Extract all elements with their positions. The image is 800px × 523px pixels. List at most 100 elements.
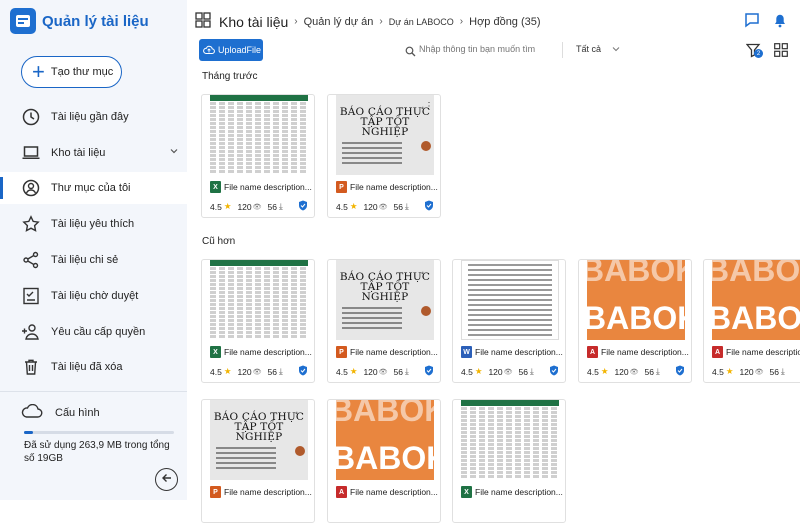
upload-label: UploadFile xyxy=(218,45,262,55)
view-count: 120 xyxy=(739,366,754,377)
more-options-icon[interactable]: ⋮ xyxy=(424,101,434,112)
pdf-file-icon: A xyxy=(336,486,347,498)
download-count: 56 xyxy=(267,201,277,212)
sidebar-item-label: Tài liệu yêu thích xyxy=(51,218,135,230)
rating-value: 4.5 xyxy=(587,366,599,377)
add-user-icon xyxy=(21,322,41,342)
rating-value: 4.5 xyxy=(210,366,222,377)
ppt-file-icon: P xyxy=(336,181,347,193)
sidebar-item-pending[interactable]: Tài liệu chờ duyệt xyxy=(0,280,187,312)
download-icon: ⤓ xyxy=(656,366,660,376)
report-thumbnail: BÁO CÁO THỰC TẬP TỐT NGHIỆP xyxy=(210,400,308,480)
shield-icon xyxy=(298,200,308,213)
rating-value: 4.5 xyxy=(336,201,348,212)
app-logo[interactable]: Quản lý tài liệu xyxy=(10,8,149,34)
file-card[interactable]: X File name description... 4.5 ★ 120 👁 56 ⤓ xyxy=(201,94,315,218)
cloud-icon xyxy=(21,403,43,421)
star-icon: ★ xyxy=(223,366,232,376)
sidebar-item-shared[interactable]: Tài liệu chi sẻ xyxy=(0,244,187,276)
book-cover-text: BABOK xyxy=(712,260,800,288)
file-card[interactable]: BABOKBABOKAFile name description...4.5★1… xyxy=(578,259,692,383)
file-card[interactable]: BABOKBABOKAFile name description...4.5★1… xyxy=(703,259,800,383)
chevron-down-icon[interactable] xyxy=(169,146,179,159)
file-card[interactable]: X File name description... xyxy=(452,399,566,523)
sidebar-item-recent[interactable]: Tài liệu gần đây xyxy=(0,101,187,133)
rating-value: 4.5 xyxy=(336,366,348,377)
file-name-text: File name description... xyxy=(601,347,689,357)
download-count: 56 xyxy=(393,366,403,377)
book-cover-text: BABOK xyxy=(336,440,434,476)
file-name: W File name description... xyxy=(461,346,565,358)
bell-icon[interactable] xyxy=(773,12,787,33)
shield-icon xyxy=(424,200,434,213)
new-folder-button[interactable]: + Tạo thư mục xyxy=(21,56,122,88)
share-icon xyxy=(21,250,41,270)
book-cover-thumbnail: BABOK BABOK xyxy=(336,400,434,480)
report-title: BÁO CÁO THỰC TẬP TỐT NGHIỆP xyxy=(339,271,431,303)
settings-label: Cấu hình xyxy=(55,406,100,419)
file-card[interactable]: BÁO CÁO THỰC TẬP TỐT NGHIỆP P File name de… xyxy=(327,259,441,383)
view-count: 120 xyxy=(237,366,252,377)
file-name: P File name description... xyxy=(210,486,314,498)
file-name: AFile name description... xyxy=(336,486,440,498)
sidebar-item-deleted[interactable]: Tài liệu đã xóa xyxy=(0,351,187,383)
download-icon: ⤓ xyxy=(279,366,283,376)
sidebar-item-favorites[interactable]: Tài liệu yêu thích xyxy=(0,208,187,240)
view-count: 120 xyxy=(237,201,252,212)
book-cover-text: BABOK xyxy=(587,300,685,336)
report-thumbnail: BÁO CÁO THỰC TẬP TỐT NGHIỆP xyxy=(336,95,434,175)
xls-file-icon: X xyxy=(461,486,472,498)
app-title: Quản lý tài liệu xyxy=(42,12,149,30)
chevron-right-icon: › xyxy=(294,16,298,27)
upload-button[interactable]: UploadFile xyxy=(199,39,263,61)
sidebar-item-label: Thư mục của tôi xyxy=(51,182,131,194)
divider xyxy=(562,42,563,58)
view-count: 120 xyxy=(363,201,378,212)
file-card[interactable]: BÁO CÁO THỰC TẬP TỐT NGHIỆP P File name de… xyxy=(201,399,315,523)
breadcrumb-item[interactable]: Dự án LABOCO xyxy=(389,17,454,27)
eye-icon: 👁 xyxy=(503,368,513,376)
file-card[interactable]: W File name description... 4.5 ★ 120 👁 56 ⤓ xyxy=(452,259,566,383)
file-name-text: File name description... xyxy=(224,182,312,192)
rating-value: 4.5 xyxy=(712,366,724,377)
star-icon: ★ xyxy=(474,366,483,376)
breadcrumb-item[interactable]: Quản lý dự án xyxy=(304,16,374,28)
spreadsheet-thumbnail xyxy=(210,260,308,340)
view-count: 120 xyxy=(488,366,503,377)
chat-icon[interactable] xyxy=(744,12,760,33)
sidebar-item-my-folder[interactable]: Thư mục của tôi xyxy=(0,172,187,204)
sidebar-item-label: Yêu cầu cấp quyền xyxy=(51,326,146,338)
file-card[interactable]: BÁO CÁO THỰC TẬP TỐT NGHIỆP ⋮ P File name d… xyxy=(327,94,441,218)
breadcrumb: Kho tài liệu › Quản lý dự án › Dự án LAB… xyxy=(195,12,541,31)
file-name-text: File name description... xyxy=(224,487,312,497)
star-icon xyxy=(21,214,41,234)
collapse-sidebar-button[interactable] xyxy=(155,468,178,491)
breadcrumb-item[interactable]: Kho tài liệu xyxy=(219,14,288,30)
book-cover-text: BABOK xyxy=(712,300,800,336)
category-select-value: Tất cả xyxy=(576,44,602,54)
section-title: Tháng trước xyxy=(202,71,258,82)
pdf-file-icon: A xyxy=(587,346,598,358)
file-card[interactable]: X File name description... 4.5 ★ 120 👁 56 ⤓ xyxy=(201,259,315,383)
cloud-upload-icon xyxy=(203,45,215,56)
sidebar-item-label: Tài liệu chờ duyệt xyxy=(51,290,139,302)
file-name-text: File name description... xyxy=(475,347,563,357)
grid-icon[interactable] xyxy=(195,12,211,31)
search-icon[interactable] xyxy=(405,44,416,62)
category-select[interactable]: Tất cả xyxy=(576,44,620,54)
new-folder-label: Tạo thư mục xyxy=(50,66,114,78)
report-thumbnail: BÁO CÁO THỰC TẬP TỐT NGHIỆP xyxy=(336,260,434,340)
breadcrumb-item[interactable]: Hợp đồng (35) xyxy=(469,16,540,28)
search-input[interactable] xyxy=(419,40,557,58)
sidebar-item-permission-requests[interactable]: Yêu cầu cấp quyền xyxy=(0,316,187,348)
settings-item[interactable]: Cấu hình xyxy=(21,403,100,421)
file-name-text: File name description... xyxy=(350,182,438,192)
spreadsheet-thumbnail xyxy=(210,95,308,175)
eye-icon: 👁 xyxy=(754,368,764,376)
ppt-file-icon: P xyxy=(336,346,347,358)
report-title: BÁO CÁO THỰC TẬP TỐT NGHIỆP xyxy=(339,106,431,138)
file-card[interactable]: BABOK BABOK AFile name description... xyxy=(327,399,441,523)
grid-view-icon[interactable] xyxy=(774,43,788,62)
divider xyxy=(0,391,187,392)
sidebar-item-repository[interactable]: Kho tài liệu xyxy=(0,137,187,169)
